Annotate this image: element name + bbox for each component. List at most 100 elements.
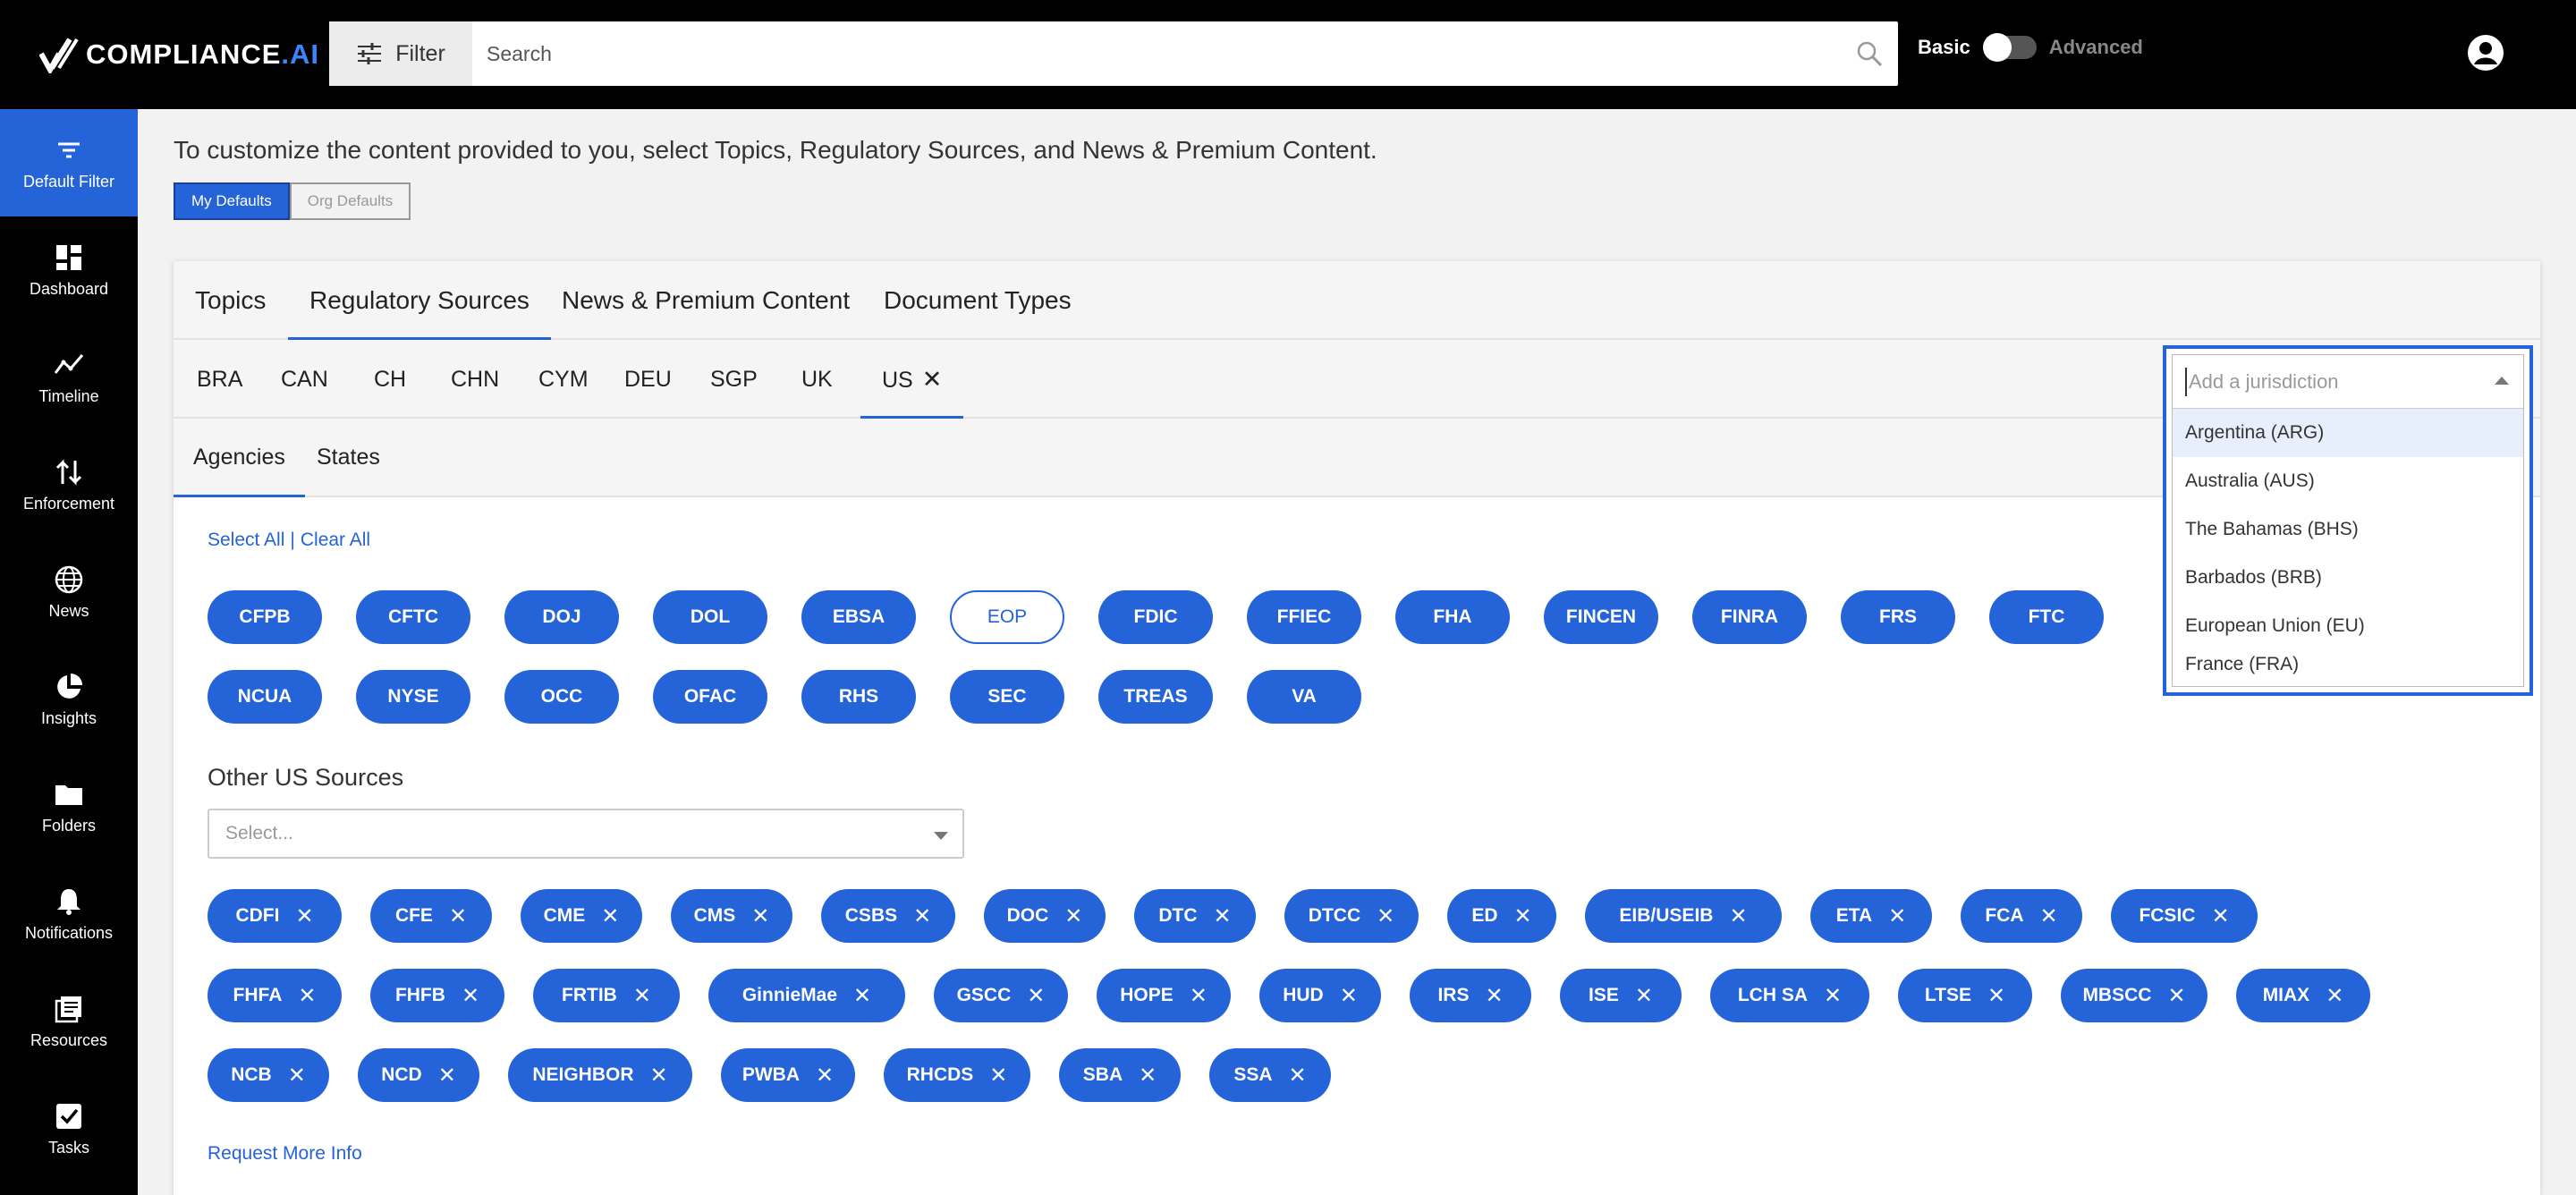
close-icon[interactable]: ✕ (2211, 903, 2229, 929)
jurisdiction-tab-us[interactable]: US ✕ (860, 340, 964, 419)
user-account-icon[interactable] (2467, 34, 2504, 72)
agency-chip[interactable]: TREAS (1098, 670, 1213, 724)
jurisdiction-option[interactable]: Argentina (ARG) (2173, 409, 2523, 457)
close-icon[interactable]: ✕ (1139, 1063, 1157, 1089)
source-chip[interactable]: IRS ✕ (1410, 969, 1531, 1022)
tab-document-types[interactable]: Document Types (884, 261, 1072, 340)
close-icon[interactable]: ✕ (989, 1063, 1007, 1089)
sidebar-item-insights[interactable]: Insights (0, 646, 138, 753)
filter-button[interactable]: Filter (329, 21, 472, 86)
source-chip[interactable]: CMS ✕ (671, 889, 792, 943)
close-icon[interactable]: ✕ (650, 1063, 668, 1089)
source-chip[interactable]: SSA ✕ (1209, 1048, 1331, 1102)
close-icon[interactable]: ✕ (922, 366, 943, 393)
agency-chip[interactable]: CFTC (356, 590, 470, 644)
source-chip[interactable]: DOC ✕ (984, 889, 1106, 943)
close-icon[interactable]: ✕ (2326, 983, 2343, 1009)
sidebar-item-resources[interactable]: Resources (0, 968, 138, 1075)
close-icon[interactable]: ✕ (1027, 983, 1045, 1009)
source-chip[interactable]: GinnieMae ✕ (708, 969, 905, 1022)
source-chip[interactable]: ISE ✕ (1560, 969, 1682, 1022)
sidebar-item-timeline[interactable]: Timeline (0, 324, 138, 431)
jurisdiction-tab-can[interactable]: CAN (281, 340, 328, 419)
jurisdiction-option[interactable]: Australia (AUS) (2173, 457, 2523, 505)
jurisdiction-tab-uk[interactable]: UK (801, 340, 833, 419)
close-icon[interactable]: ✕ (1340, 983, 1358, 1009)
jurisdiction-tab-cym[interactable]: CYM (538, 340, 589, 419)
source-chip[interactable]: LCH SA ✕ (1710, 969, 1869, 1022)
source-chip[interactable]: ETA ✕ (1810, 889, 1932, 943)
source-chip[interactable]: ED ✕ (1447, 889, 1556, 943)
jurisdiction-option[interactable]: Barbados (BRB) (2173, 554, 2523, 602)
agency-chip[interactable]: FHA (1395, 590, 1510, 644)
logo[interactable]: COMPLIANCE.AI (39, 32, 319, 77)
close-icon[interactable]: ✕ (1190, 983, 1208, 1009)
source-chip[interactable]: CSBS ✕ (821, 889, 955, 943)
source-chip[interactable]: CFE ✕ (370, 889, 492, 943)
close-icon[interactable]: ✕ (1888, 903, 1906, 929)
sidebar-item-news[interactable]: News (0, 538, 138, 646)
sidebar-item-enforcement[interactable]: Enforcement (0, 431, 138, 538)
close-icon[interactable]: ✕ (1289, 1063, 1307, 1089)
source-chip[interactable]: FCA ✕ (1961, 889, 2082, 943)
close-icon[interactable]: ✕ (1987, 983, 2005, 1009)
source-chip[interactable]: NCB ✕ (208, 1048, 329, 1102)
source-chip[interactable]: PWBA ✕ (721, 1048, 855, 1102)
close-icon[interactable]: ✕ (816, 1063, 834, 1089)
tab-regulatory-sources[interactable]: Regulatory Sources (288, 261, 551, 340)
close-icon[interactable]: ✕ (295, 903, 313, 929)
agency-chip[interactable]: SEC (950, 670, 1064, 724)
sidebar-item-folders[interactable]: Folders (0, 753, 138, 860)
agency-chip[interactable]: NYSE (356, 670, 470, 724)
sidebar-item-dashboard[interactable]: Dashboard (0, 216, 138, 324)
close-icon[interactable]: ✕ (288, 1063, 306, 1089)
agency-chip[interactable]: DOL (653, 590, 767, 644)
agency-chip[interactable]: FINRA (1692, 590, 1807, 644)
agency-chip[interactable]: FRS (1841, 590, 1955, 644)
close-icon[interactable]: ✕ (751, 903, 769, 929)
agency-chip[interactable]: NCUA (208, 670, 322, 724)
source-chip[interactable]: FCSIC ✕ (2111, 889, 2258, 943)
search-icon[interactable] (1855, 39, 1884, 68)
close-icon[interactable]: ✕ (2167, 983, 2185, 1009)
source-chip[interactable]: MBSCC ✕ (2061, 969, 2207, 1022)
jurisdiction-option[interactable]: France (FRA) (2173, 643, 2523, 686)
close-icon[interactable]: ✕ (853, 983, 871, 1009)
source-chip[interactable]: LTSE ✕ (1898, 969, 2032, 1022)
close-icon[interactable]: ✕ (1485, 983, 1503, 1009)
tab-states[interactable]: States (317, 419, 380, 497)
agency-chip[interactable]: RHS (801, 670, 916, 724)
source-chip[interactable]: HUD ✕ (1259, 969, 1381, 1022)
close-icon[interactable]: ✕ (913, 903, 931, 929)
other-sources-select[interactable]: Select... (208, 809, 964, 859)
sidebar-item-notifications[interactable]: Notifications (0, 860, 138, 968)
jurisdiction-option[interactable]: The Bahamas (BHS) (2173, 505, 2523, 554)
agency-chip[interactable]: FDIC (1098, 590, 1213, 644)
org-defaults-button[interactable]: Org Defaults (289, 182, 411, 220)
agency-chip[interactable]: FFIEC (1247, 590, 1361, 644)
agency-chip[interactable]: VA (1247, 670, 1361, 724)
agency-chip[interactable]: FTC (1989, 590, 2104, 644)
search-input[interactable] (487, 21, 1828, 86)
source-chip[interactable]: CDFI ✕ (208, 889, 342, 943)
chevron-up-icon[interactable] (2495, 377, 2509, 385)
agency-chip[interactable]: DOJ (504, 590, 619, 644)
source-chip[interactable]: EIB/USEIB ✕ (1585, 889, 1782, 943)
add-jurisdiction-input[interactable] (2185, 368, 2480, 396)
jurisdiction-tab-bra[interactable]: BRA (197, 340, 242, 419)
agency-chip[interactable]: EBSA (801, 590, 916, 644)
source-chip[interactable]: HOPE ✕ (1097, 969, 1231, 1022)
agency-chip[interactable]: OCC (504, 670, 619, 724)
my-defaults-button[interactable]: My Defaults (174, 182, 290, 220)
clear-all-link[interactable]: Clear All (301, 530, 370, 550)
source-chip[interactable]: NEIGHBOR ✕ (508, 1048, 692, 1102)
agency-chip[interactable]: CFPB (208, 590, 322, 644)
source-chip[interactable]: DTC ✕ (1134, 889, 1256, 943)
close-icon[interactable]: ✕ (298, 983, 316, 1009)
jurisdiction-tab-chn[interactable]: CHN (451, 340, 499, 419)
select-all-link[interactable]: Select All (208, 530, 284, 550)
agency-chip[interactable]: FINCEN (1544, 590, 1658, 644)
close-icon[interactable]: ✕ (1635, 983, 1653, 1009)
close-icon[interactable]: ✕ (1824, 983, 1842, 1009)
source-chip[interactable]: FRTIB ✕ (533, 969, 680, 1022)
